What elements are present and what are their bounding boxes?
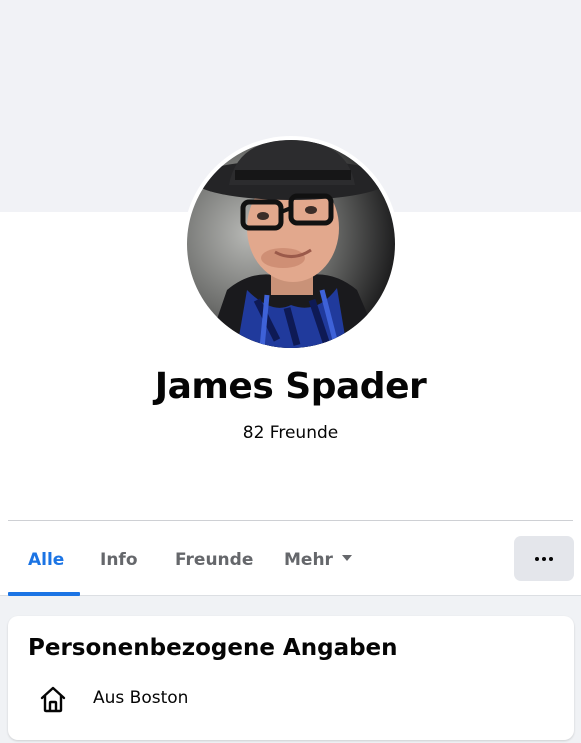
active-tab-indicator (8, 592, 80, 596)
tab-mehr[interactable]: Mehr (284, 538, 352, 582)
more-options-button[interactable] (514, 536, 574, 581)
header-divider (8, 520, 573, 521)
hometown-text: Aus Boston (93, 688, 189, 708)
friends-count[interactable]: 82 Freunde (0, 423, 581, 443)
tab-mehr-label: Mehr (284, 550, 333, 570)
tab-info[interactable]: Info (100, 538, 138, 582)
tab-alle[interactable]: Alle (28, 538, 64, 582)
home-icon (40, 686, 66, 713)
about-title: Personenbezogene Angaben (28, 635, 398, 661)
avatar[interactable] (187, 140, 395, 348)
more-dots-icon (535, 556, 553, 561)
caret-down-icon (341, 555, 352, 561)
profile-name: James Spader (154, 366, 427, 407)
about-card: Personenbezogene Angaben Aus Boston (8, 616, 574, 740)
avatar-photo (187, 140, 395, 348)
tab-freunde[interactable]: Freunde (175, 538, 253, 582)
